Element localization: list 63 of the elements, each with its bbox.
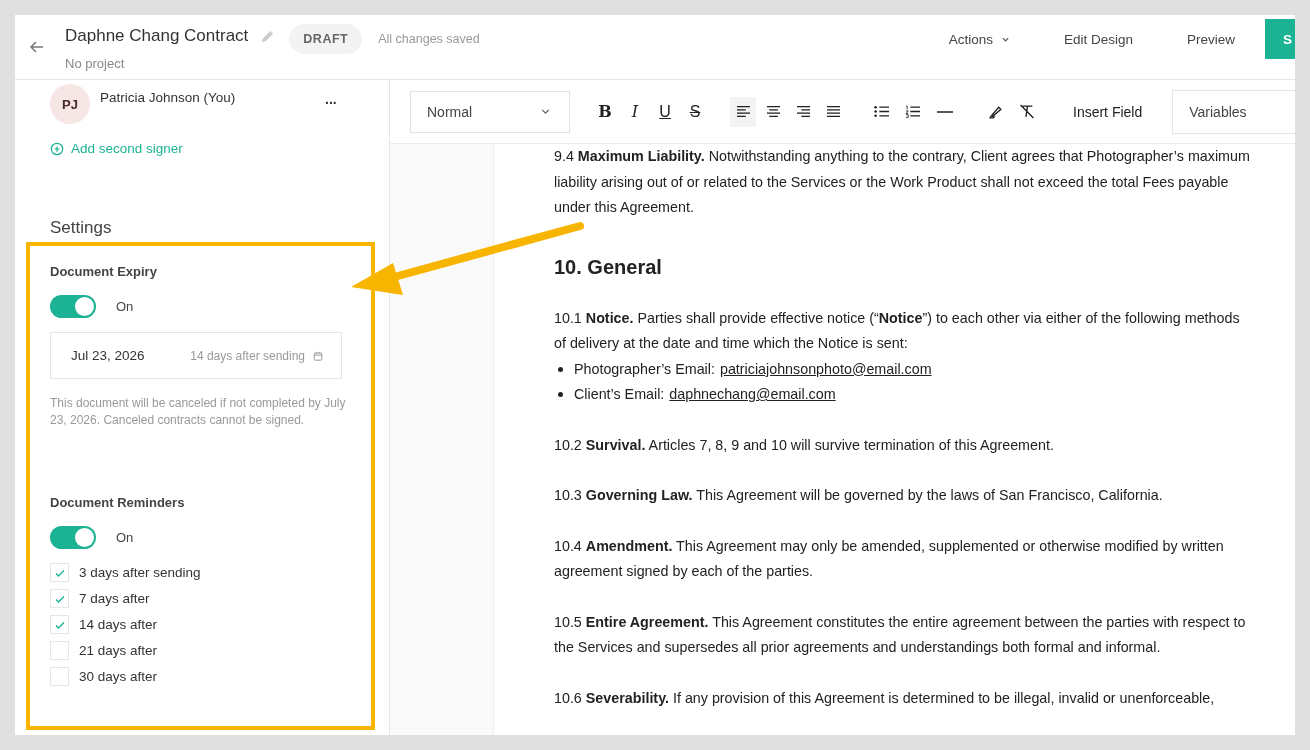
clear-format-icon[interactable] — [1019, 104, 1035, 119]
checkbox[interactable] — [50, 563, 69, 582]
insert-field-button[interactable]: Insert Field — [1067, 102, 1149, 121]
bullet-icon — [558, 392, 563, 398]
highlighter-icon[interactable] — [988, 104, 1003, 119]
actions-menu-button[interactable]: Actions — [948, 23, 1010, 55]
settings-heading: Settings — [50, 218, 113, 238]
checkbox[interactable] — [50, 667, 69, 686]
date-field[interactable]: Jul 23, 2026 14 days after sending — [50, 332, 342, 379]
horizontal-rule-icon[interactable] — [936, 109, 954, 114]
status-badge: DRAFT — [289, 24, 363, 54]
bullet-icon — [558, 366, 563, 372]
calendar-icon — [313, 350, 323, 361]
header-button[interactable]: Edit Design — [1063, 23, 1133, 55]
format-button[interactable]: U — [652, 96, 678, 127]
save-status: All changes saved — [378, 32, 480, 46]
numbered-list-icon[interactable] — [905, 105, 920, 118]
back-icon[interactable] — [29, 39, 45, 55]
paragraph: 9.4 Maximum Liability. Notwithstanding anything to the contrary, Client agrees that Photographer’s maximum liability arising out of or related to the Services or the Work Product shall not exceed the total Fees payable under this Agreement. — [554, 147, 1251, 217]
expiry-note: This document will be canceled if not completed by July 23, 2026. Canceled contracts cannot be signed. — [50, 395, 347, 429]
checkbox[interactable] — [50, 641, 69, 660]
expiry-toggle[interactable] — [50, 295, 96, 318]
plus-circle-icon — [50, 141, 64, 156]
format-button[interactable]: I — [622, 96, 648, 127]
bullet-list-icon[interactable] — [874, 105, 889, 118]
align-button[interactable] — [730, 96, 756, 127]
checkbox-label: 7 days after — [79, 591, 150, 606]
checkbox-label: 14 days after — [79, 617, 158, 632]
style-dropdown[interactable]: Normal — [410, 90, 570, 133]
align-icon — [796, 105, 810, 118]
paragraph: 10.5 Entire Agreement. This Agreement constitutes the entire agreement between the parties with respect to the Services and supersedes all prior agreements and understandings both formal and informal. — [554, 612, 1247, 657]
checkbox-label: 3 days after sending — [79, 565, 201, 580]
email-label: Photographer’s Email: — [574, 359, 715, 379]
format-button[interactable]: S — [682, 96, 708, 127]
reminders-toggle[interactable] — [50, 526, 96, 549]
header-button[interactable]: Preview — [1187, 23, 1235, 55]
paragraph: 10.2 Survival. Articles 7, 8, 9 and 10 will survive termination of this Agreement. — [554, 435, 1055, 455]
paragraph: 10.3 Governing Law. This Agreement will be governed by the laws of San Francisco, California. — [554, 486, 1164, 505]
align-icon — [826, 105, 840, 118]
more-button[interactable]: ... — [325, 91, 337, 107]
checkbox[interactable] — [50, 615, 69, 634]
paragraph: 10.4 Amendment. This Agreement may only be amended, supplemented or otherwise modified by written agreement signed by each of the parties. — [554, 536, 1225, 581]
paragraph: 10.6 Severability. If any provision of this Agreement is determined to be illegal, invalid or unenforceable, — [554, 688, 1216, 708]
variables-dropdown[interactable]: Variables — [1172, 89, 1295, 134]
checkbox-label: 21 days after — [79, 643, 158, 658]
toggle-label: On — [116, 530, 134, 545]
paragraph: 10.1 Notice. Parties shall provide effective notice (“Notice”) to each other via either of the following methods of delivery at the date and time which the Notice is sent: — [554, 308, 1241, 353]
avatar: PJ — [50, 84, 90, 124]
format-button[interactable]: B — [592, 96, 618, 127]
project-label: No project — [65, 56, 126, 71]
section-title: Document Expiry — [50, 264, 158, 279]
document-title: Daphne Chang Contract — [65, 26, 249, 46]
checkbox[interactable] — [50, 589, 69, 608]
toggle-label: On — [116, 299, 134, 314]
email-link[interactable]: patriciajohnsonphoto@email.com — [719, 356, 932, 382]
signer-name: Patricia Johnson (You) — [100, 89, 237, 105]
align-icon — [766, 105, 780, 118]
align-icon — [736, 105, 750, 118]
email-link[interactable]: daphnechang@email.com — [669, 382, 836, 408]
checkbox-label: 30 days after — [79, 669, 158, 684]
section-heading: 10. General — [554, 254, 663, 280]
email-label: Client’s Email: — [574, 385, 665, 404]
section-title: Document Reminders — [50, 495, 186, 510]
